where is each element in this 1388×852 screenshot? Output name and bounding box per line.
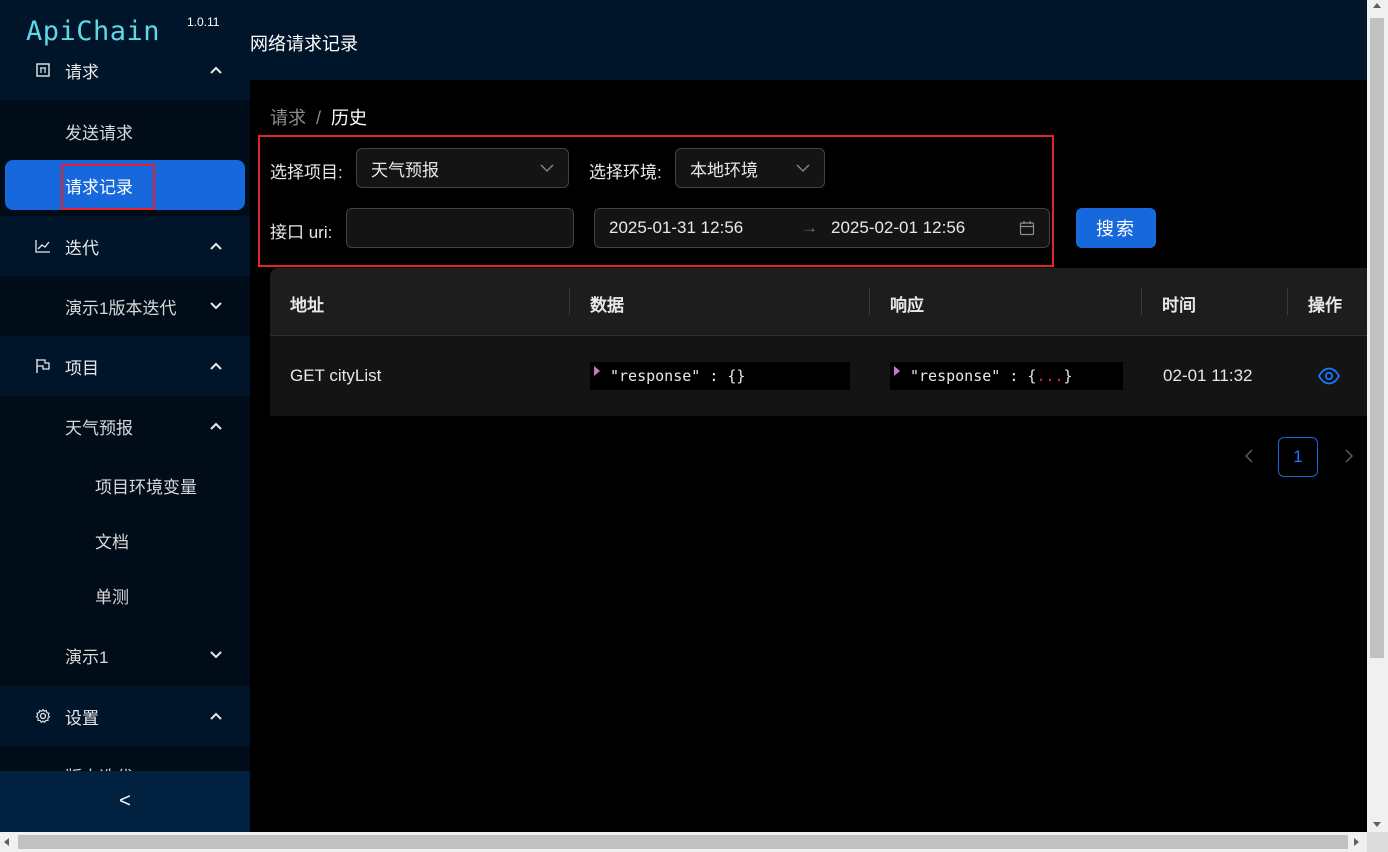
chevron-left-icon: <	[119, 790, 131, 812]
column-header-time: 时间	[1162, 296, 1196, 315]
search-button[interactable]: 搜索	[1076, 208, 1156, 248]
flag-icon	[35, 358, 51, 374]
scroll-down-arrow[interactable]	[1373, 822, 1381, 827]
chevron-down-icon	[796, 164, 810, 172]
pagination-prev-icon[interactable]	[1240, 446, 1258, 466]
table-header: 地址 数据 响应 时间 操作	[270, 268, 1367, 336]
vertical-scrollbar[interactable]	[1367, 0, 1388, 832]
expand-triangle-icon[interactable]	[894, 366, 900, 376]
menu-group-request[interactable]: 请求	[0, 40, 250, 100]
eye-icon[interactable]	[1318, 366, 1340, 386]
column-header-data: 数据	[590, 296, 624, 315]
env-select-value: 本地环境	[690, 160, 758, 180]
scroll-up-arrow[interactable]	[1373, 3, 1381, 8]
sidebar: ApiChain 1.0.11 请求 发送请求 请求记录 迭代 演示1版本迭代 …	[0, 0, 250, 832]
chevron-up-icon	[210, 360, 222, 372]
date-start[interactable]: 2025-01-31 12:56	[609, 218, 743, 238]
horizontal-scrollbar[interactable]	[0, 832, 1367, 852]
highlight-box	[61, 164, 155, 210]
scroll-left-arrow[interactable]	[4, 838, 9, 846]
chevron-down-icon	[210, 300, 222, 312]
sidebar-item-send-request[interactable]: 发送请求	[0, 106, 250, 156]
chevron-up-icon	[210, 64, 222, 76]
sidebar-item-unit-test[interactable]: 单测	[0, 570, 250, 620]
response-ellipsis[interactable]: ...	[1036, 367, 1063, 385]
scrollbar-corner	[1367, 832, 1388, 852]
sidebar-collapse-button[interactable]: <	[0, 771, 250, 832]
sidebar-item-docs[interactable]: 文档	[0, 515, 250, 565]
uri-input[interactable]	[346, 208, 574, 248]
top-header: 网络请求记录	[250, 0, 1367, 80]
project-select[interactable]: 天气预报	[356, 148, 569, 188]
date-range-picker[interactable]: 2025-01-31 12:56 → 2025-02-01 12:56	[594, 208, 1050, 248]
project-label: 选择项目:	[270, 163, 343, 182]
history-table: 地址 数据 响应 时间 操作 GET cityList "response" :…	[270, 268, 1367, 416]
date-range-arrow: →	[801, 218, 818, 237]
chevron-up-icon	[210, 710, 222, 722]
sidebar-item-env-vars[interactable]: 项目环境变量	[0, 460, 250, 510]
sidebar-item-weather[interactable]: 天气预报	[0, 401, 250, 451]
app-version: 1.0.11	[187, 15, 220, 29]
vertical-scroll-thumb[interactable]	[1370, 18, 1384, 658]
pagination-page[interactable]: 1	[1278, 437, 1318, 477]
chevron-down-icon	[210, 649, 222, 661]
row-response-json: "response" : {...}	[890, 362, 1123, 390]
row-response-text: "response" : {...}	[910, 367, 1073, 385]
column-divider	[1141, 288, 1142, 315]
menu-group-label: 请求	[65, 62, 99, 82]
request-icon	[35, 62, 51, 78]
response-suffix: }	[1063, 367, 1073, 385]
chevron-up-icon	[210, 420, 222, 432]
row-time: 02-01 11:32	[1163, 366, 1253, 385]
pagination-next-icon[interactable]	[1340, 446, 1358, 466]
calendar-icon	[1019, 221, 1035, 236]
menu-group-project[interactable]: 项目	[0, 336, 250, 396]
env-select[interactable]: 本地环境	[675, 148, 825, 188]
scroll-right-arrow[interactable]	[1354, 838, 1359, 846]
response-prefix: "response" : {	[910, 367, 1037, 385]
breadcrumb-parent[interactable]: 请求	[270, 108, 306, 128]
sidebar-item-demo1[interactable]: 演示1	[0, 630, 250, 680]
row-data-json: "response" : {}	[590, 362, 850, 390]
date-end[interactable]: 2025-02-01 12:56	[831, 218, 965, 238]
column-header-address: 地址	[290, 296, 324, 315]
chevron-up-icon	[210, 240, 222, 252]
row-data-text: "response" : {}	[610, 367, 746, 385]
menu-group-iteration[interactable]: 迭代	[0, 216, 250, 276]
breadcrumb-current: 历史	[331, 108, 368, 128]
column-divider	[1287, 288, 1288, 315]
horizontal-scroll-thumb[interactable]	[18, 835, 1348, 849]
row-address: GET cityList	[290, 366, 382, 385]
env-label: 选择环境:	[589, 163, 662, 182]
breadcrumb: 请求 / 历史	[270, 104, 367, 130]
breadcrumb-separator: /	[316, 108, 322, 128]
column-divider	[569, 288, 570, 315]
column-header-response: 响应	[890, 296, 924, 315]
menu-group-settings[interactable]: 设置	[0, 686, 250, 746]
column-header-action: 操作	[1308, 296, 1342, 315]
chevron-down-icon	[540, 164, 554, 172]
chart-line-icon	[35, 238, 51, 254]
sidebar-item-demo-iteration[interactable]: 演示1版本迭代	[0, 281, 250, 331]
expand-triangle-icon[interactable]	[594, 366, 600, 376]
gear-icon	[35, 708, 51, 724]
page-title: 网络请求记录	[250, 34, 358, 54]
column-divider	[869, 288, 870, 315]
project-select-value: 天气预报	[371, 160, 439, 180]
uri-label: 接口 uri:	[270, 223, 333, 242]
